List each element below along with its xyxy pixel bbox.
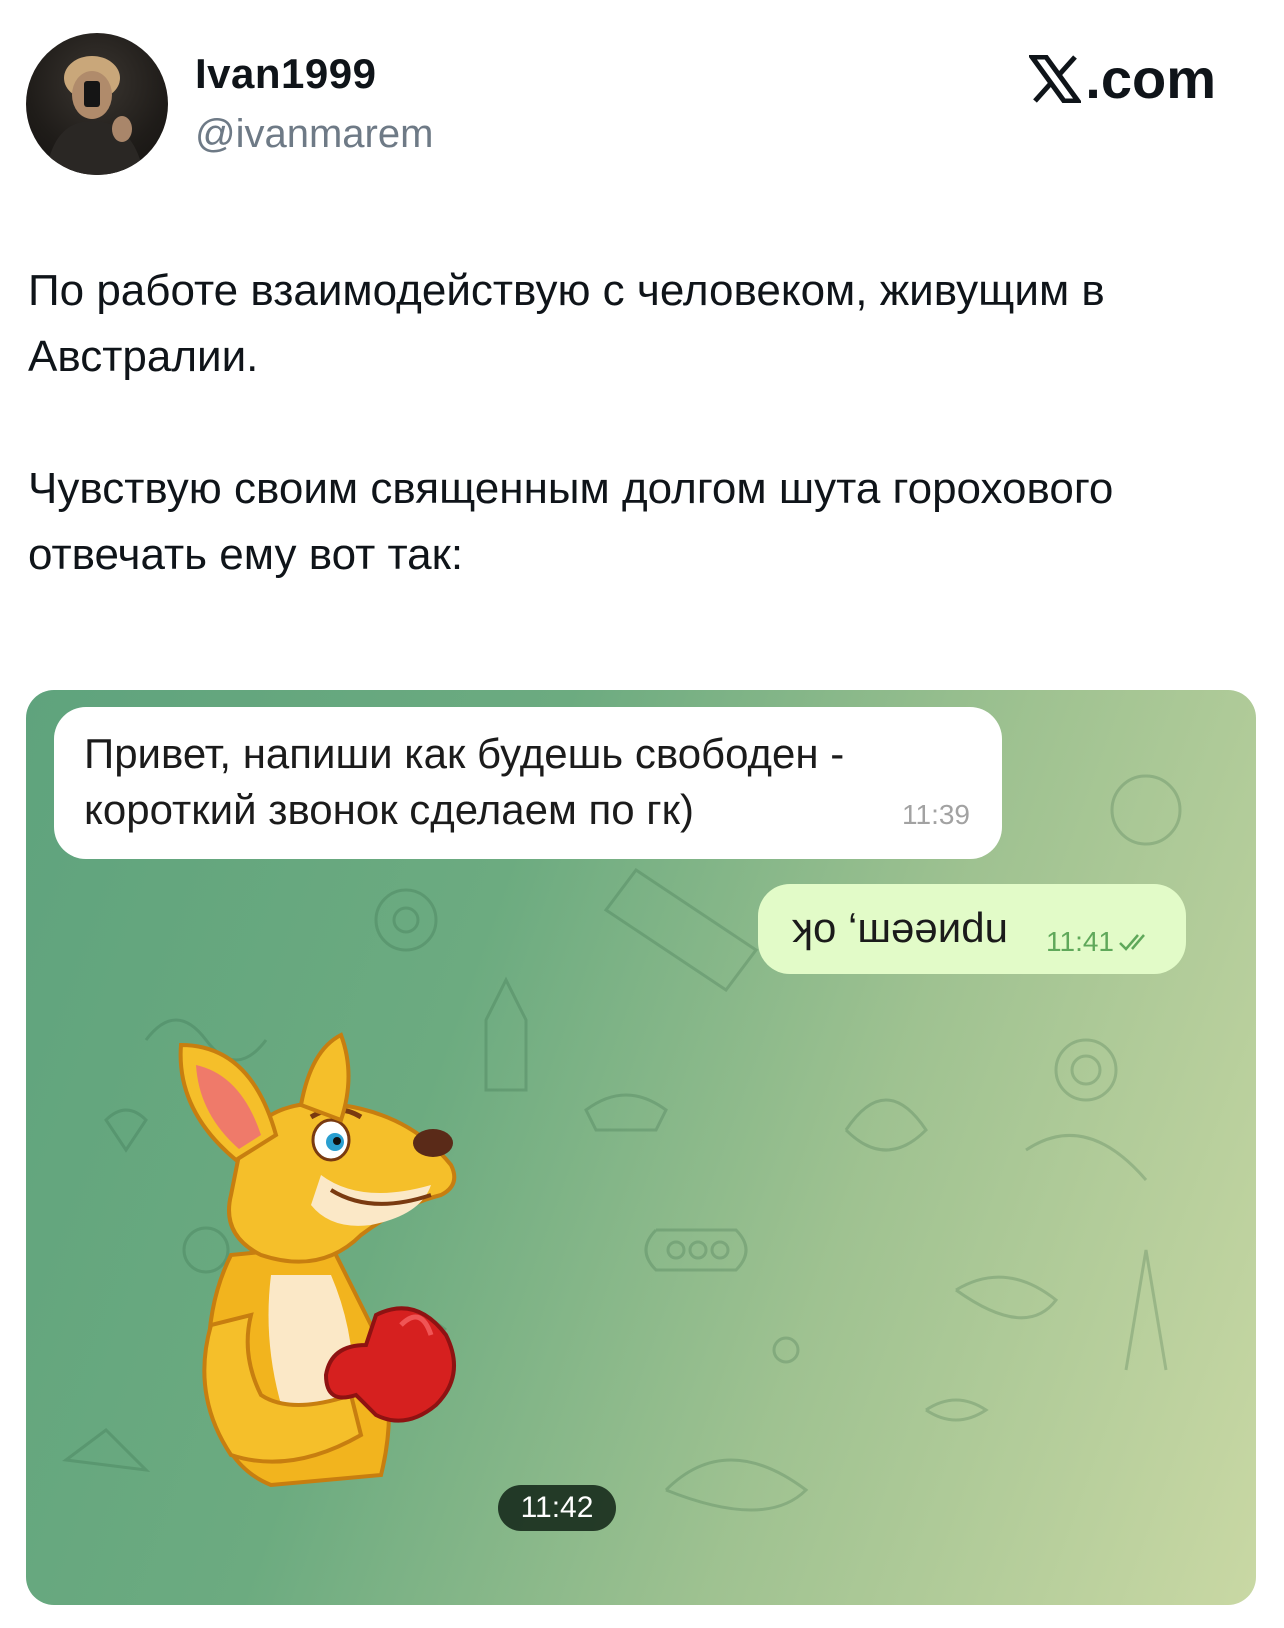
incoming-message-text: Привет, напиши как будешь свободен - кор… [84, 730, 845, 833]
kangaroo-boxing-sticker[interactable] [151, 1025, 521, 1495]
outgoing-message[interactable]: ʞо ‘шәǝиdu 11:41 [758, 884, 1186, 974]
tweet-paragraph: По работе взаимодействую с человеком, жи… [28, 266, 1105, 381]
avatar[interactable] [26, 33, 168, 175]
double-check-icon [1119, 934, 1145, 951]
brand-watermark: .com [1029, 46, 1216, 111]
outgoing-message-time: 11:41 [1046, 926, 1114, 957]
brand-label: .com [1085, 47, 1216, 110]
outgoing-message-meta: 11:41 [1046, 914, 1152, 970]
incoming-message[interactable]: Привет, напиши как будешь свободен - кор… [54, 707, 1002, 859]
outgoing-message-text: ʞо ‘шәǝиdu [792, 904, 1008, 951]
tweet-paragraph: Чувствую своим священным долгом шута гор… [28, 464, 1114, 579]
tweet-text: По работе взаимодействую с человеком, жи… [28, 258, 1248, 588]
display-name[interactable]: Ivan1999 [195, 50, 376, 98]
x-logo-icon [1029, 54, 1082, 103]
user-handle[interactable]: @ivanmarem [195, 112, 433, 157]
chat-screenshot: Привет, напиши как будешь свободен - кор… [26, 690, 1256, 1605]
sticker-time: 11:42 [498, 1485, 616, 1531]
incoming-message-time: 11:39 [902, 799, 970, 830]
